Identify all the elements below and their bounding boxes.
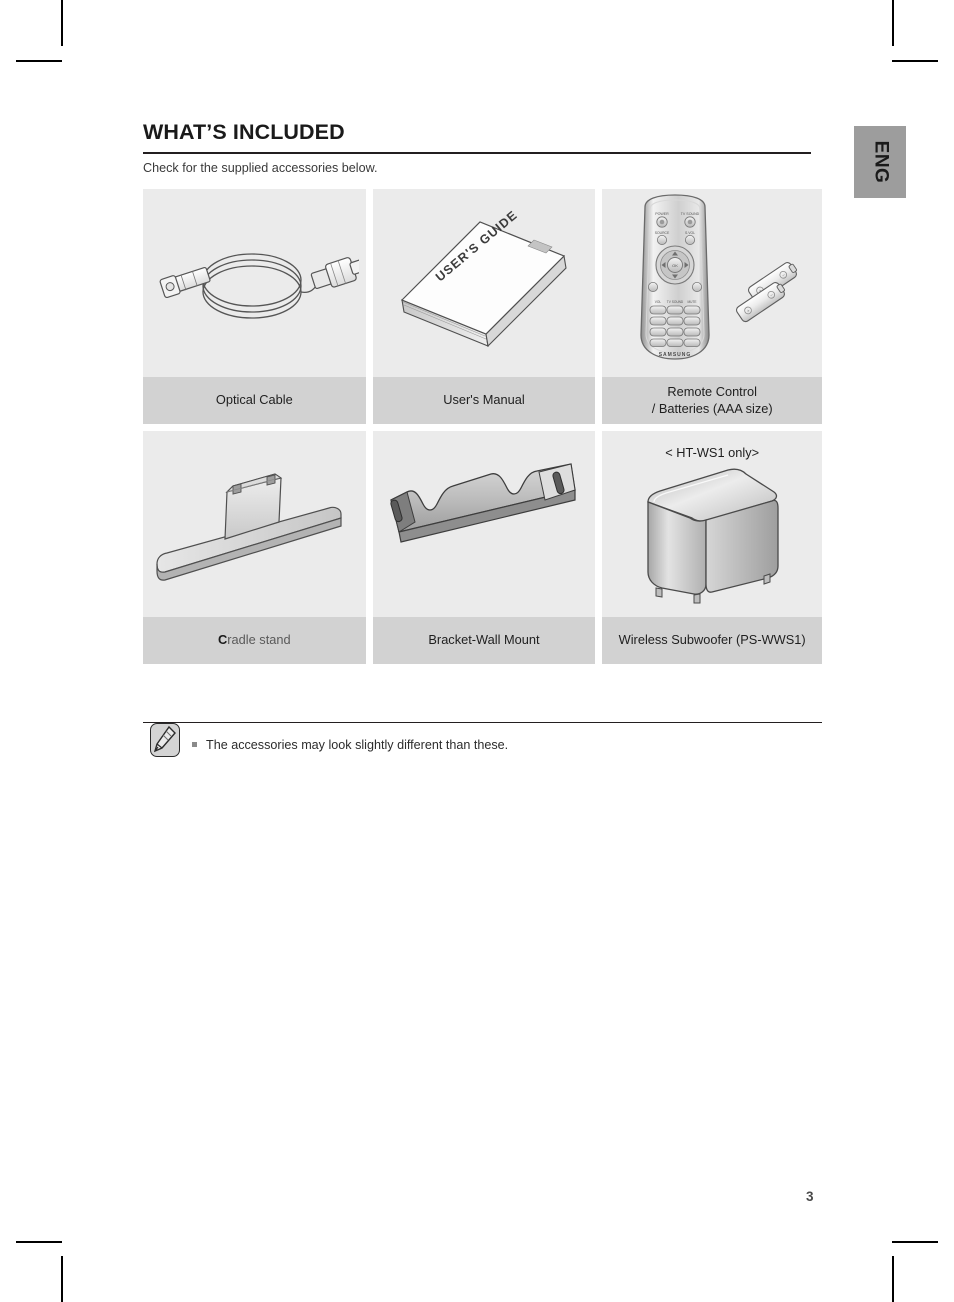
accessories-row: Optical Cable USER'S GUIDE User's Manual… — [143, 189, 822, 424]
accessory-label-line: User's Manual — [443, 392, 525, 408]
accessory-cell-remote-control: POWER TV SOUND SOURCE S.VOL OK VOL TV SO… — [602, 189, 822, 424]
crop-mark-top-right-horizontal — [892, 60, 938, 62]
users-manual-illustration: USER'S GUIDE — [372, 189, 596, 377]
crop-mark-bottom-left-horizontal — [16, 1241, 62, 1243]
wireless-subwoofer-illustration: < HT-WS1 only> — [602, 431, 822, 617]
language-tab-label: ENG — [870, 140, 891, 184]
accessory-cell-optical-cable: Optical Cable — [143, 189, 366, 424]
crop-mark-top-right-vertical — [892, 0, 894, 46]
accessory-label-initial: C — [218, 632, 228, 648]
svg-text:OK: OK — [672, 263, 678, 268]
accessory-label-wall-mount-bracket: Bracket-Wall Mount — [372, 617, 596, 664]
note-block: The accessories may look slightly differ… — [192, 738, 508, 752]
accessory-label-remote-control: Remote Control / Batteries (AAA size) — [602, 377, 822, 424]
note-text: The accessories may look slightly differ… — [206, 738, 509, 752]
crop-mark-bottom-right-horizontal — [892, 1241, 938, 1243]
accessory-cell-wall-mount-bracket: Bracket-Wall Mount — [372, 431, 596, 664]
svg-text:TV SOUND: TV SOUND — [680, 212, 699, 216]
subwoofer-variant-note: < HT-WS1 only> — [665, 445, 760, 460]
crop-mark-bottom-left-vertical — [61, 1256, 63, 1302]
accessory-label-wireless-subwoofer: Wireless Subwoofer (PS-WWS1) — [602, 617, 822, 664]
square-bullet-icon — [192, 742, 197, 747]
accessories-grid: Optical Cable USER'S GUIDE User's Manual… — [143, 189, 822, 664]
svg-text:MUTE: MUTE — [687, 300, 696, 304]
page-title: WHAT’S INCLUDED — [143, 120, 345, 144]
svg-text:VOL: VOL — [654, 300, 661, 304]
crop-mark-top-left-vertical — [61, 0, 63, 46]
accessory-label-remainder: radle stand — [227, 632, 291, 648]
remote-brand-label: SAMSUNG — [658, 352, 691, 358]
accessory-cell-wireless-subwoofer: < HT-WS1 only> Wireless Subwoofer (PS-WW… — [602, 431, 822, 664]
accessory-label-line: Optical Cable — [215, 392, 293, 408]
svg-text:POWER: POWER — [655, 212, 669, 216]
accessory-label-line: Remote Control — [667, 383, 757, 399]
heading-divider — [143, 152, 811, 154]
accessory-label-line: Bracket-Wall Mount — [428, 632, 540, 648]
svg-text:TV SOUND: TV SOUND — [666, 300, 683, 304]
accessory-cell-users-manual: USER'S GUIDE User's Manual — [372, 189, 596, 424]
section-heading-block: WHAT’S INCLUDED — [143, 120, 811, 154]
accessory-label-line: Cradle stand — [218, 632, 291, 649]
crop-mark-bottom-right-vertical — [892, 1256, 894, 1302]
section-subtitle: Check for the supplied accessories below… — [143, 161, 378, 175]
page-number: 3 — [806, 1189, 814, 1204]
accessory-label-optical-cable: Optical Cable — [143, 377, 366, 424]
accessory-label-line: / Batteries (AAA size) — [651, 400, 773, 416]
svg-text:SOURCE: SOURCE — [654, 231, 669, 235]
note-pencil-icon — [150, 723, 180, 757]
language-tab-eng: ENG — [854, 126, 906, 198]
crop-mark-top-left-horizontal — [16, 60, 62, 62]
wall-mount-bracket-illustration — [372, 431, 596, 617]
cradle-stand-illustration — [143, 431, 366, 617]
accessory-label-users-manual: User's Manual — [372, 377, 596, 424]
note-divider — [143, 722, 822, 724]
manual-page: ENG WHAT’S INCLUDED Check for the suppli… — [0, 0, 954, 1302]
accessory-label-line: Wireless Subwoofer (PS-WWS1) — [618, 632, 806, 648]
accessory-label-cradle-stand: Cradle stand — [143, 617, 366, 664]
accessories-row: Cradle stand Bracket-Wall Mount < HT-WS1… — [143, 431, 822, 664]
remote-control-batteries-illustration: POWER TV SOUND SOURCE S.VOL OK VOL TV SO… — [602, 189, 822, 377]
svg-text:S.VOL: S.VOL — [685, 231, 695, 235]
accessory-cell-cradle-stand: Cradle stand — [143, 431, 366, 664]
optical-cable-illustration — [143, 189, 366, 377]
